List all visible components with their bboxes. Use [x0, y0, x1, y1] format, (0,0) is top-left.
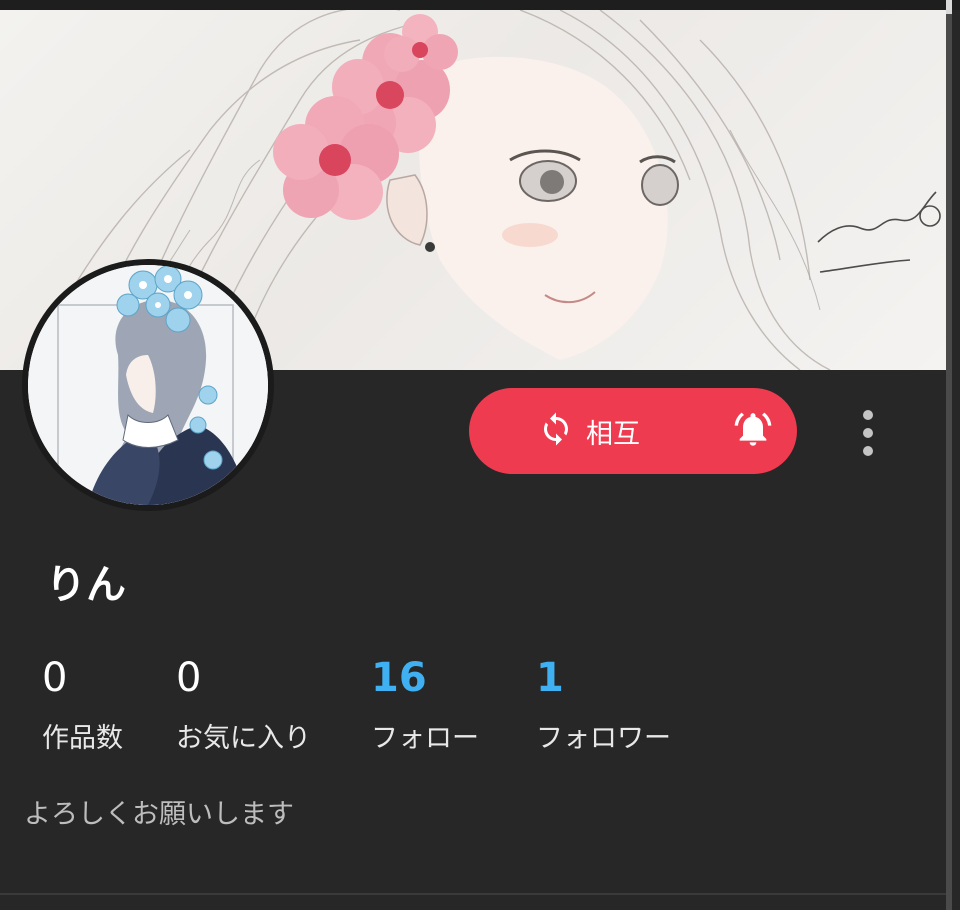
section-divider: [0, 893, 946, 895]
profile-bio: よろしくお願いします: [24, 799, 294, 830]
mutual-follow-button[interactable]: 相互: [469, 388, 711, 474]
stat-followers[interactable]: 1 フォロワー: [536, 652, 671, 755]
stat-following-count[interactable]: 16: [371, 652, 479, 704]
bell-ring-icon: [733, 409, 773, 453]
mutual-follow-label: 相互: [586, 418, 640, 450]
scrollbar-track[interactable]: [946, 0, 952, 910]
more-options-button[interactable]: [848, 408, 888, 458]
sync-icon: [538, 411, 574, 451]
user-avatar[interactable]: [22, 259, 274, 511]
stat-works-count: 0: [42, 655, 68, 701]
artist-signature: [817, 191, 941, 273]
avatar-illustration: [28, 265, 268, 505]
profile-username: りん: [46, 562, 126, 608]
notification-bell-button[interactable]: [709, 388, 797, 474]
stat-favorites: 0 お気に入り: [176, 652, 311, 755]
stat-following[interactable]: 16 フォロー: [371, 652, 479, 755]
stat-favorites-label: お気に入り: [176, 723, 311, 754]
stat-works-label: 作品数: [42, 723, 123, 754]
stat-following-label[interactable]: フォロー: [371, 716, 479, 755]
scrollbar-thumb[interactable]: [946, 0, 952, 14]
stat-followers-count[interactable]: 1: [536, 652, 671, 704]
more-vertical-icon: [863, 410, 873, 420]
top-status-strip: [0, 0, 960, 10]
stat-favorites-count: 0: [176, 655, 202, 701]
stat-works: 0 作品数: [42, 652, 123, 755]
stat-followers-label[interactable]: フォロワー: [536, 716, 671, 755]
